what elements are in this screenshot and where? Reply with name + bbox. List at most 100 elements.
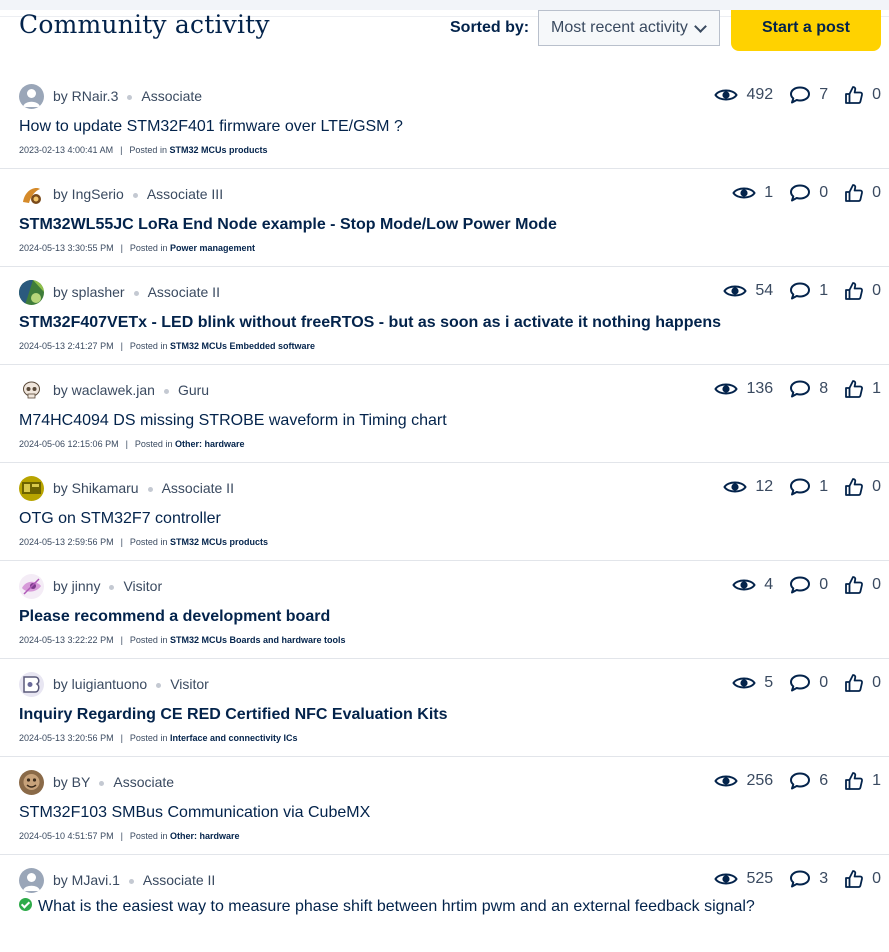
replies-count: 8 xyxy=(819,380,829,397)
author-link[interactable]: by MJavi.1 xyxy=(53,872,120,888)
post-date: 2024-05-13 3:20:56 PM xyxy=(19,733,114,743)
post-title-link[interactable]: How to update STM32F401 firmware over LT… xyxy=(19,118,403,136)
author-rank: Associate II xyxy=(142,872,216,888)
board-link[interactable]: Other: hardware xyxy=(170,831,240,841)
board-link[interactable]: Other: hardware xyxy=(175,439,245,449)
kudos-stat[interactable]: 0 xyxy=(844,673,881,693)
author-link[interactable]: by jinny xyxy=(53,578,100,594)
thumbs-up-icon xyxy=(845,674,864,692)
post-title-link[interactable]: M74HC4094 DS missing STROBE waveform in … xyxy=(19,412,447,430)
author-link[interactable]: by Shikamaru xyxy=(53,480,139,496)
thumbs-up-icon xyxy=(845,772,864,790)
kudos-stat[interactable]: 1 xyxy=(844,771,881,791)
avatar[interactable] xyxy=(19,770,44,795)
post-item: by waclawek.jan Guru M74HC4094 DS missing… xyxy=(0,365,889,463)
avatar[interactable] xyxy=(19,574,44,599)
replies-stat[interactable]: 0 xyxy=(789,184,828,202)
kudos-count: 0 xyxy=(872,674,881,691)
post-byline: by splasher Associate II xyxy=(53,284,220,300)
post-title: STM32F407VETx - LED blink without freeRT… xyxy=(19,314,722,331)
board-link[interactable]: STM32 MCUs Embedded software xyxy=(170,341,315,351)
replies-stat[interactable]: 7 xyxy=(789,86,828,104)
avatar[interactable] xyxy=(19,868,44,893)
post-title-link[interactable]: STM32F103 SMBus Communication via CubeMX xyxy=(19,804,370,822)
views-count: 492 xyxy=(746,86,774,103)
replies-stat[interactable]: 1 xyxy=(789,282,828,300)
board-link[interactable]: STM32 MCUs products xyxy=(169,145,267,155)
post-list: by RNair.3 Associate How to update STM32F… xyxy=(0,71,889,952)
eye-icon xyxy=(714,873,739,885)
avatar[interactable] xyxy=(19,182,44,207)
separator-dot xyxy=(99,780,105,786)
kudos-stat[interactable]: 0 xyxy=(844,281,881,301)
post-byline: by MJavi.1 Associate II xyxy=(53,872,215,888)
post-title-link[interactable]: Inquiry Regarding CE RED Certified NFC E… xyxy=(19,706,448,724)
speech-bubble-icon xyxy=(790,870,811,888)
kudos-stat[interactable]: 0 xyxy=(844,575,881,595)
kudos-stat[interactable]: 0 xyxy=(844,869,881,889)
replies-stat[interactable]: 1 xyxy=(789,478,828,496)
post-title: STM32F103 SMBus Communication via CubeMX xyxy=(19,804,371,821)
author-link[interactable]: by IngSerio xyxy=(53,186,124,202)
replies-stat[interactable]: 6 xyxy=(789,772,828,790)
post-item: by jinny Visitor Please recommend a devel… xyxy=(0,561,889,659)
board-link[interactable]: STM32 MCUs Boards and hardware tools xyxy=(170,635,346,645)
post-byline: by BY Associate xyxy=(53,774,174,790)
avatar[interactable] xyxy=(19,476,44,501)
author-rank: Visitor xyxy=(123,578,163,594)
eye-icon xyxy=(723,285,748,297)
posted-in-label: Posted in xyxy=(129,537,168,547)
views-stat: 136 xyxy=(714,380,773,398)
post-title-link[interactable]: What is the easiest way to measure phase… xyxy=(19,898,755,916)
post-title-link[interactable]: STM32F407VETx - LED blink without freeRT… xyxy=(19,314,721,332)
author-link[interactable]: by splasher xyxy=(53,284,125,300)
avatar[interactable] xyxy=(19,280,44,305)
page-title: Community activity xyxy=(19,10,270,39)
speech-bubble-icon xyxy=(790,86,811,104)
post-meta: 2024-05-13 3:20:56 PM | Posted in Interfac… xyxy=(19,733,298,743)
posted-in-label: Posted in xyxy=(129,635,168,645)
post-date: 2024-05-06 12:15:06 PM xyxy=(19,439,119,449)
views-stat: 256 xyxy=(714,772,773,790)
post-item: by Shikamaru Associate II OTG on STM32F7 … xyxy=(0,463,889,561)
replies-stat[interactable]: 3 xyxy=(789,870,828,888)
views-stat: 12 xyxy=(723,478,773,496)
author-rank: Associate xyxy=(113,774,175,790)
avatar[interactable] xyxy=(19,84,44,109)
board-link[interactable]: Power management xyxy=(170,243,255,253)
post-item: by MJavi.1 Associate II What is the easie… xyxy=(0,855,889,952)
author-link[interactable]: by luigiantuono xyxy=(53,676,147,692)
views-stat: 1 xyxy=(732,184,773,202)
avatar[interactable] xyxy=(19,378,44,403)
board-link[interactable]: Interface and connectivity ICs xyxy=(170,733,298,743)
author-link[interactable]: by RNair.3 xyxy=(53,88,118,104)
separator-dot xyxy=(128,878,134,884)
replies-stat[interactable]: 0 xyxy=(789,576,828,594)
avatar[interactable] xyxy=(19,672,44,697)
author-link[interactable]: by waclawek.jan xyxy=(53,382,155,398)
start-post-button[interactable]: Start a post xyxy=(731,10,881,51)
kudos-stat[interactable]: 0 xyxy=(844,477,881,497)
kudos-stat[interactable]: 0 xyxy=(844,183,881,203)
replies-count: 0 xyxy=(819,184,829,201)
post-title: Inquiry Regarding CE RED Certified NFC E… xyxy=(19,706,448,723)
meta-separator: | xyxy=(120,537,123,547)
sort-dropdown[interactable]: Most recent activity xyxy=(538,10,720,46)
views-stat: 4 xyxy=(732,576,773,594)
author-rank: Visitor xyxy=(170,676,209,692)
sort-value: Most recent activity xyxy=(551,19,688,36)
post-title-link[interactable]: STM32WL55JC LoRa End Node example - Stop… xyxy=(19,216,557,234)
post-title-link[interactable]: Please recommend a development board xyxy=(19,608,330,626)
replies-stat[interactable]: 0 xyxy=(789,674,828,692)
post-title-link[interactable]: OTG on STM32F7 controller xyxy=(19,510,221,528)
board-link[interactable]: STM32 MCUs products xyxy=(170,537,268,547)
author-link[interactable]: by BY xyxy=(53,774,90,790)
sort-label: Sorted by: xyxy=(450,19,530,36)
post-stats: 4 0 0 xyxy=(732,575,881,595)
kudos-stat[interactable]: 1 xyxy=(844,379,881,399)
solved-check-icon xyxy=(19,898,32,912)
meta-separator: | xyxy=(120,635,123,645)
replies-stat[interactable]: 8 xyxy=(789,380,828,398)
kudos-stat[interactable]: 0 xyxy=(844,85,881,105)
post-meta: 2024-05-13 3:30:55 PM | Posted in Power ma… xyxy=(19,243,255,253)
